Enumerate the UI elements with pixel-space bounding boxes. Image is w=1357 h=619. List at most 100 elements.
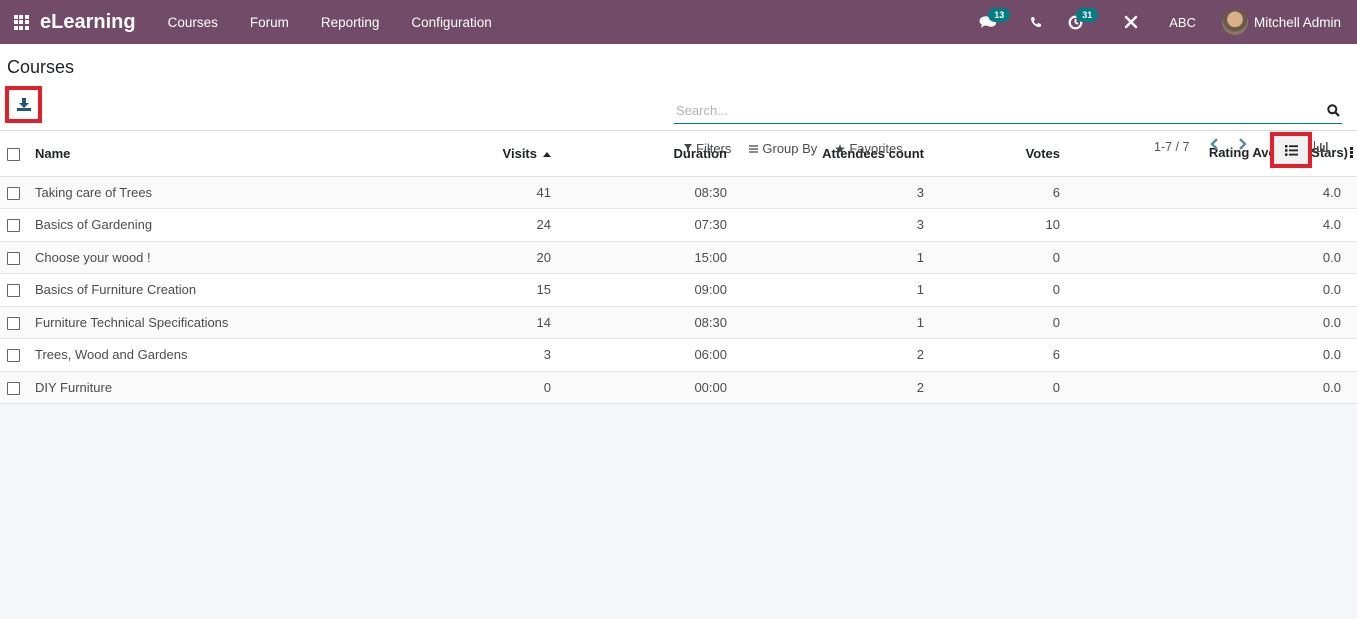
bars-icon [749,144,759,153]
filters-label: Filters [696,141,732,156]
row-select-cell [0,176,35,209]
cell-attendees: 1 [916,282,924,298]
row-select-cell [0,339,35,372]
menu-configuration[interactable]: Configuration [395,15,507,30]
activities-badge: 31 [1076,8,1099,22]
table-row[interactable]: Furniture Technical Specifications 14 08:3… [0,306,1357,339]
pager-value[interactable]: 1-7 / 7 [1154,140,1189,154]
cell-rating: 0.0 [1322,282,1341,298]
row-checkbox[interactable] [7,284,20,298]
cell-votes: 6 [1052,184,1060,200]
table-row[interactable]: Trees, Wood and Gardens 3 06:00 2 6 0.0 [0,338,1357,372]
column-votes[interactable]: Votes [932,131,1072,176]
pager-previous-button[interactable] [1206,138,1222,150]
cell-duration: 15:00 [694,249,727,265]
table-row[interactable]: Choose your wood ! 20 15:00 1 0 0.0 [0,241,1357,274]
select-all-checkbox[interactable] [7,147,20,161]
group-by-button[interactable]: Group By [749,141,817,156]
search-bar [674,97,1342,124]
cell-votes: 0 [1052,249,1060,265]
cell-name: Basics of Furniture Creation [35,282,197,298]
cell-attendees: 2 [916,379,924,395]
phone-button[interactable] [1010,0,1055,44]
user-name: Mitchell Admin [1253,14,1341,30]
phone-icon [1031,17,1042,28]
funnel-icon [684,144,692,153]
table-row[interactable]: DIY Furniture 0 00:00 2 0 0.0 [0,371,1357,404]
debug-tools-button[interactable] [1096,0,1151,44]
cell-attendees: 1 [916,249,924,265]
row-checkbox[interactable] [7,251,20,265]
cell-duration: 08:30 [694,314,727,330]
menu-forum[interactable]: Forum [234,15,305,30]
row-checkbox[interactable] [7,219,20,233]
cell-duration: 09:00 [694,282,727,298]
menu-courses[interactable]: Courses [152,15,234,30]
cell-visits: 24 [536,217,551,233]
cell-visits: 20 [536,249,551,265]
pager-next-button[interactable] [1234,138,1250,150]
chevron-right-icon [1238,138,1247,150]
table-row[interactable]: Basics of Gardening 24 07:30 3 10 4.0 [0,208,1357,241]
company-switcher[interactable]: ABC [1151,15,1222,30]
cell-name: DIY Furniture [35,379,113,395]
cell-attendees: 3 [916,184,924,200]
filters-button[interactable]: Filters [684,141,731,156]
app-name[interactable]: eLearning [40,11,136,34]
top-navbar: eLearning Courses Forum Reporting Config… [0,0,1357,44]
table-row[interactable]: Basics of Furniture Creation 15 09:00 1 0 0.0 [0,273,1357,307]
column-visits[interactable]: Visits [426,131,559,176]
cell-duration: 07:30 [694,217,727,233]
group-by-label: Group By [762,141,818,156]
cell-name: Basics of Gardening [35,217,153,233]
column-name[interactable]: Name [35,131,426,176]
favorites-button[interactable]: Favorites [835,141,903,156]
export-button[interactable] [5,86,42,123]
cell-votes: 0 [1052,282,1060,298]
cell-duration: 06:00 [694,347,727,363]
activities-button[interactable]: 31 [1055,0,1099,44]
cell-rating: 4.0 [1322,184,1341,200]
star-icon [835,143,846,154]
sort-ascending-icon [543,151,551,157]
menu-reporting[interactable]: Reporting [305,15,396,30]
tools-icon [1125,15,1138,29]
cell-rating: 0.0 [1322,314,1341,330]
row-select-cell [0,371,35,404]
grid-icon [13,14,29,30]
column-visits-label: Visits [502,145,537,161]
cell-name: Trees, Wood and Gardens [35,347,188,363]
courses-table: Name Visits Duration Attendees count Vot… [0,131,1357,404]
row-checkbox[interactable] [7,349,20,363]
favorites-label: Favorites [849,141,903,156]
cell-votes: 6 [1052,347,1060,363]
row-checkbox[interactable] [7,381,20,395]
user-menu[interactable]: Mitchell Admin [1221,9,1357,35]
search-options: Filters Group By Favorites [684,141,903,156]
download-icon [16,98,31,111]
search-input[interactable] [674,102,1324,118]
cell-visits: 3 [543,347,551,363]
table-row[interactable]: Taking care of Trees 41 08:30 3 6 4.0 [0,176,1357,209]
list-icon [1284,144,1298,156]
cell-visits: 41 [536,184,551,200]
cell-name: Taking care of Trees [35,184,153,200]
optional-columns-toggle[interactable] [1350,146,1353,161]
cell-votes: 0 [1052,314,1060,330]
graph-view-button[interactable] [1314,140,1328,155]
messages-badge: 13 [988,8,1011,22]
messages-button[interactable]: 13 [966,0,1011,44]
row-select-cell [0,274,35,307]
row-select-cell [0,306,35,339]
search-icon[interactable] [1324,103,1342,117]
cell-rating: 4.0 [1322,217,1341,233]
avatar [1221,9,1248,35]
row-checkbox[interactable] [7,316,20,330]
select-all-cell [0,131,35,176]
app-menu-button[interactable] [6,14,36,30]
row-checkbox[interactable] [7,186,20,200]
cell-rating: 0.0 [1322,249,1341,265]
list-view-button[interactable] [1270,132,1312,168]
pager-nav [1206,138,1250,150]
bar-chart-icon [1314,141,1328,152]
